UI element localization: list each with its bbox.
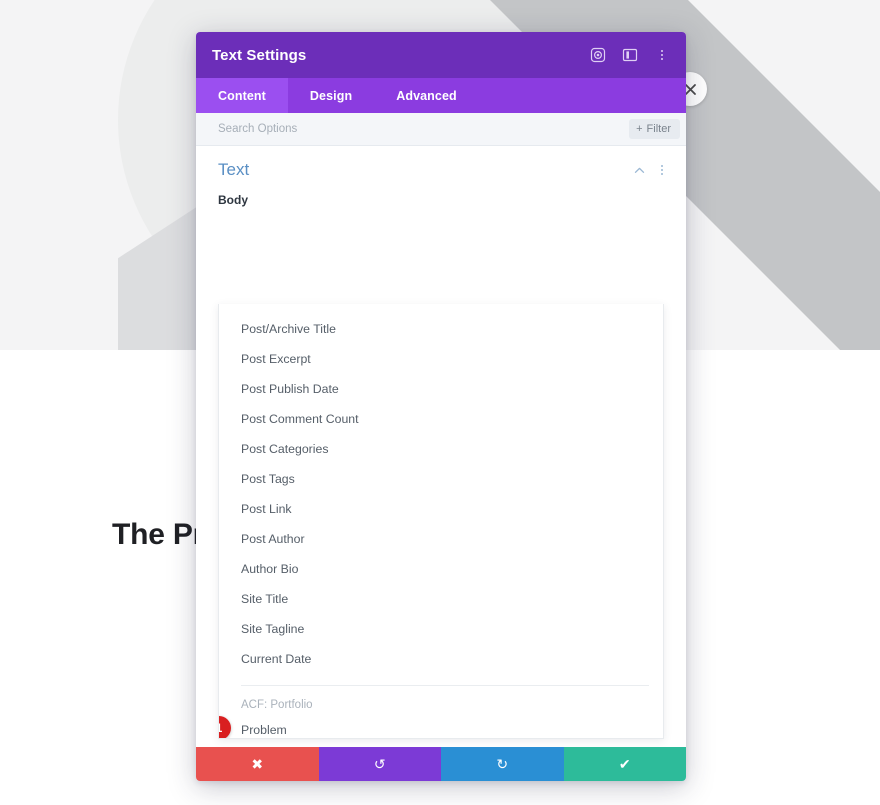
dropdown-item[interactable]: Current Date [219, 644, 663, 674]
filter-button[interactable]: + Filter [629, 119, 680, 139]
tab-advanced[interactable]: Advanced [374, 78, 479, 113]
dropdown-item[interactable]: Post Link [219, 494, 663, 524]
layout-panel-icon[interactable] [621, 46, 639, 64]
dropdown-item[interactable]: Site Tagline [219, 614, 663, 644]
modal-body: Text Body Post/Archive Title Post Excerpt… [196, 146, 686, 747]
filter-button-label: Filter [646, 123, 671, 135]
dynamic-content-dropdown: Post/Archive Title Post Excerpt Post Publi… [218, 304, 664, 739]
redo-button[interactable]: ↻ [441, 747, 564, 781]
search-row: + Filter [196, 113, 686, 146]
cancel-button[interactable]: ✖ [196, 747, 319, 781]
modal-footer: ✖ ↺ ↻ ✔ [196, 747, 686, 781]
undo-button[interactable]: ↺ [318, 747, 441, 781]
modal-header-actions [589, 46, 671, 64]
save-button[interactable]: ✔ [563, 747, 686, 781]
dropdown-item[interactable]: Post Tags [219, 464, 663, 494]
field-label-body: Body [218, 193, 248, 207]
focus-target-icon[interactable] [589, 46, 607, 64]
dropdown-item[interactable]: Post Excerpt [219, 344, 663, 374]
tab-content[interactable]: Content [196, 78, 288, 113]
dropdown-item[interactable]: Post/Archive Title [219, 314, 663, 344]
dropdown-item[interactable]: Site Title [219, 584, 663, 614]
section-header-text: Text [196, 146, 686, 186]
check-icon: ✔ [618, 755, 631, 772]
modal-header: Text Settings [196, 32, 686, 78]
tab-design[interactable]: Design [288, 78, 374, 113]
dropdown-group-label: ACF: Portfolio [241, 699, 313, 711]
dropdown-item[interactable]: Post Comment Count [219, 404, 663, 434]
section-title: Text [218, 160, 250, 179]
dropdown-item[interactable]: Author Bio [219, 554, 663, 584]
chevron-up-icon[interactable] [633, 164, 646, 177]
modal-title: Text Settings [212, 46, 307, 64]
plus-icon: + [636, 122, 643, 135]
step-badge: 1 [219, 716, 231, 738]
modal-tabs: Content Design Advanced [196, 78, 686, 113]
more-vertical-icon[interactable] [653, 46, 671, 64]
dropdown-item[interactable]: Post Author [219, 524, 663, 554]
dropdown-list: Post/Archive Title Post Excerpt Post Publi… [219, 304, 663, 738]
search-input[interactable] [218, 123, 630, 135]
close-icon: ✖ [251, 755, 264, 772]
dropdown-item[interactable]: Post Publish Date [219, 374, 663, 404]
dropdown-item[interactable]: Problem1 [219, 715, 663, 738]
text-settings-modal: Text Settings Content Design Advanced Se… [196, 32, 686, 781]
more-vertical-icon[interactable] [655, 165, 669, 175]
redo-icon: ↻ [496, 755, 509, 772]
undo-icon: ↺ [373, 755, 386, 772]
dropdown-item[interactable]: Post Categories [219, 434, 663, 464]
